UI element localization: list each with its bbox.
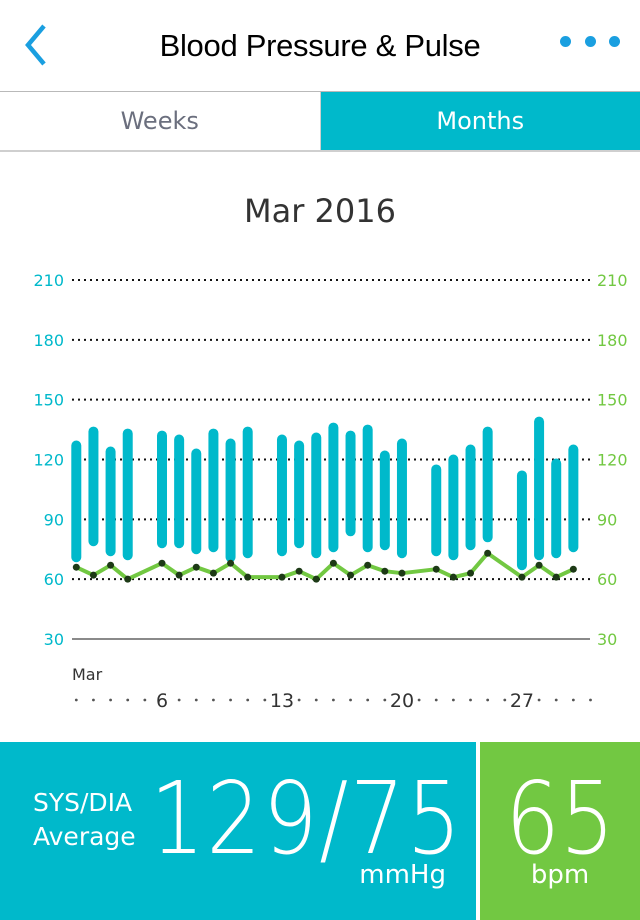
bp-unit: mmHg <box>359 860 446 890</box>
y-tick-label-left: 150 <box>33 391 64 410</box>
pulse-point <box>244 573 252 581</box>
pulse-unit: bpm <box>530 860 590 890</box>
pulse-point <box>569 565 577 573</box>
x-tick-label: 20 <box>390 690 414 712</box>
bp-average-label: SYS/DIA Average <box>33 786 136 854</box>
y-tick-label-left: 120 <box>33 451 64 470</box>
blood-pressure-chart: 210 210 180 180 150 150 120 120 90 90 60 60 30 30 Mar… <box>33 271 628 712</box>
pulse-point <box>329 559 337 567</box>
x-axis-month-label: Mar <box>72 665 103 684</box>
pulse-point <box>484 549 492 557</box>
pulse-line <box>75 551 575 582</box>
page-title: Blood Pressure & Pulse <box>159 28 481 63</box>
pulse-point <box>381 567 389 575</box>
x-day-dot <box>434 698 438 702</box>
more-horizontal-icon-dot <box>609 36 620 47</box>
y-tick-label-right: 180 <box>597 331 628 350</box>
pulse-point <box>89 571 97 579</box>
x-day-dot <box>92 698 95 702</box>
x-day-dot <box>194 698 198 702</box>
more-horizontal-icon-dot <box>584 36 596 47</box>
x-day-dot <box>417 698 421 702</box>
x-day-dot <box>554 698 558 702</box>
pulse-point <box>124 575 132 583</box>
x-day-dot <box>469 698 472 702</box>
x-day-dot <box>503 698 507 702</box>
bp-label-line2: Average <box>33 822 136 851</box>
x-day-dot <box>451 698 455 702</box>
pulse-point <box>107 561 115 569</box>
chart-title: Mar 2016 <box>244 192 396 230</box>
pulse-point <box>449 573 457 581</box>
y-tick-label-right: 30 <box>597 630 617 649</box>
y-tick-label-right: 120 <box>597 451 628 470</box>
period-tabs: Weeks Months <box>0 91 640 152</box>
navigation-bar: Blood Pressure & Pulse <box>0 0 640 90</box>
pulse-point <box>192 563 200 571</box>
pulse-point <box>209 569 217 577</box>
x-day-dot <box>332 698 335 702</box>
pulse-point <box>518 573 526 581</box>
pulse-point <box>552 573 560 581</box>
pulse-point <box>467 569 475 577</box>
x-tick-label: 6 <box>156 690 168 712</box>
pulse-average-panel: 65 bpm <box>480 742 640 920</box>
x-day-dot <box>349 698 352 702</box>
x-day-dot <box>571 698 575 702</box>
pulse-point <box>347 571 355 579</box>
tab-months[interactable]: Months <box>320 92 640 150</box>
y-tick-label-left: 180 <box>33 331 64 350</box>
x-day-dot <box>143 698 147 702</box>
y-tick-label-left: 210 <box>33 271 64 290</box>
pulse-point <box>227 559 235 567</box>
pulse-point <box>72 563 80 571</box>
pulse-point <box>364 561 372 569</box>
more-options-button[interactable] <box>560 34 620 50</box>
x-day-dot <box>486 698 490 702</box>
x-day-dot <box>246 698 250 702</box>
y-tick-label-left: 90 <box>44 510 64 529</box>
pulse-point <box>295 567 303 575</box>
pulse-point <box>398 569 406 577</box>
bp-average-panel: SYS/DIA Average 129/75 mmHg <box>0 742 476 920</box>
y-tick-label-left: 60 <box>44 570 64 589</box>
x-day-dot <box>229 698 232 702</box>
pulse-point <box>432 565 440 573</box>
x-day-dot <box>589 698 592 702</box>
x-day-dot <box>537 698 541 702</box>
x-day-dot <box>109 698 112 702</box>
pulse-point <box>175 571 183 579</box>
x-tick-label: 13 <box>270 690 294 712</box>
y-tick-label-right: 210 <box>597 271 628 290</box>
x-day-dot <box>126 698 130 702</box>
x-day-dot <box>383 698 387 702</box>
tab-weeks[interactable]: Weeks <box>0 92 321 150</box>
x-day-dot <box>314 698 318 702</box>
summary-footer: SYS/DIA Average 129/75 mmHg 65 bpm <box>0 742 640 920</box>
x-tick-label: 27 <box>510 690 534 712</box>
pulse-point <box>535 561 543 569</box>
more-horizontal-icon-dot <box>560 36 571 47</box>
pulse-point <box>312 575 320 583</box>
x-day-dot <box>297 698 301 702</box>
x-day-dot <box>366 698 370 702</box>
x-day-dot <box>212 698 215 702</box>
pulse-point <box>158 559 166 567</box>
y-tick-label-right: 90 <box>597 510 617 529</box>
x-day-dot <box>177 698 181 702</box>
y-tick-label-left: 30 <box>44 630 64 649</box>
bp-label-line1: SYS/DIA <box>33 788 133 817</box>
y-tick-label-right: 150 <box>597 391 628 410</box>
y-tick-label-right: 60 <box>597 570 617 589</box>
x-day-dot <box>263 698 267 702</box>
pulse-point <box>278 573 286 581</box>
x-day-dot <box>74 698 78 702</box>
